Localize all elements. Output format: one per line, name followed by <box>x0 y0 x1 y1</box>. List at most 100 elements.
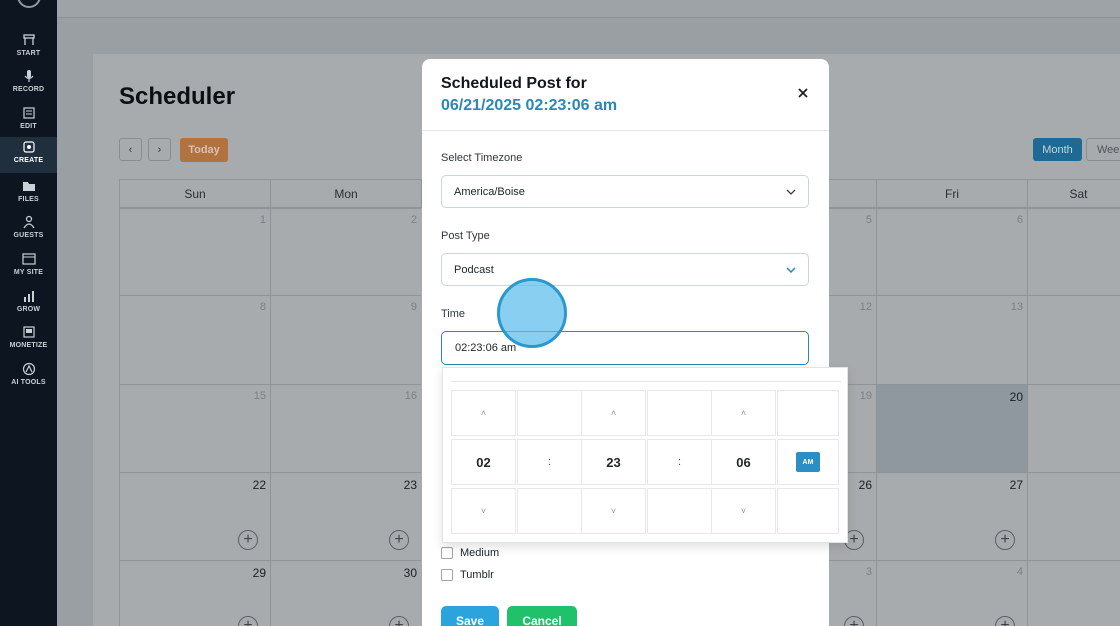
checkbox-medium[interactable]: Medium <box>441 547 499 559</box>
today-button[interactable]: Today <box>180 138 228 162</box>
calendar-day-cell[interactable]: 1 <box>119 208 270 295</box>
calendar-day-cell[interactable] <box>1027 295 1120 384</box>
sidebar-item-monetize[interactable]: MONETIZE <box>0 322 57 356</box>
close-icon[interactable] <box>796 86 810 100</box>
second-down-button[interactable]: ˅ <box>711 488 776 534</box>
chevron-down-icon <box>786 189 796 195</box>
calendar-day-cell[interactable] <box>1027 560 1120 626</box>
sidebar-item-guests[interactable]: GUESTS <box>0 212 57 246</box>
day-number: 5 <box>865 214 872 226</box>
calendar-day-cell[interactable] <box>1027 384 1120 472</box>
guests-icon <box>22 215 35 229</box>
add-post-icon[interactable]: + <box>238 616 258 626</box>
add-post-icon[interactable]: + <box>238 530 258 550</box>
weekday-header: Mon <box>270 179 421 208</box>
chevron-down-icon <box>786 267 796 274</box>
weekday-header: Sat <box>1027 179 1120 208</box>
add-post-icon[interactable]: + <box>995 530 1015 550</box>
next-month-button[interactable]: › <box>148 138 171 161</box>
sidebar-item-label: GUESTS <box>13 232 44 239</box>
sidebar-item-label: EDIT <box>20 123 37 130</box>
time-separator: : <box>517 439 582 485</box>
calendar-day-cell[interactable] <box>1027 208 1120 295</box>
day-number: 22 <box>252 478 266 492</box>
minute-up-button[interactable]: ˄ <box>581 390 646 436</box>
calendar-day-cell[interactable]: 4 + <box>876 560 1027 626</box>
calendar-day-cell[interactable]: 30 + <box>270 560 421 626</box>
chevron-down-icon: ˅ <box>740 506 747 516</box>
calendar-day-cell[interactable]: 2 <box>270 208 421 295</box>
sidebar-item-ai-tools[interactable]: AI TOOLS <box>0 359 57 393</box>
day-number: 12 <box>859 301 872 313</box>
add-post-icon[interactable]: + <box>389 530 409 550</box>
day-number: 1 <box>259 214 266 226</box>
sidebar-item-my-site[interactable]: MY SITE <box>0 249 57 283</box>
calendar-day-cell[interactable]: 16 <box>270 384 421 472</box>
post-type-select[interactable]: Podcast <box>441 253 809 286</box>
month-view-button[interactable]: Month <box>1033 138 1082 161</box>
sidebar-item-edit[interactable]: EDIT <box>0 103 57 137</box>
cancel-button[interactable]: Cancel <box>507 606 577 626</box>
calendar-day-cell[interactable]: 22 + <box>119 472 270 560</box>
chevron-left-icon: ‹ <box>128 143 133 156</box>
post-type-value: Podcast <box>454 263 494 276</box>
post-type-label: Post Type <box>441 230 490 242</box>
add-post-icon[interactable]: + <box>844 616 864 626</box>
folder-icon <box>22 182 35 191</box>
calendar-day-cell[interactable]: 8 <box>119 295 270 384</box>
hour-value[interactable]: 02 <box>451 439 516 485</box>
minute-down-button[interactable]: ˅ <box>581 488 646 534</box>
sidebar-item-label: FILES <box>18 196 39 203</box>
sidebar-item-label: MONETIZE <box>9 342 48 349</box>
sidebar-item-start[interactable]: START <box>0 30 57 64</box>
chevron-down-icon: ˅ <box>480 506 487 516</box>
sidebar-item-grow[interactable]: GROW <box>0 286 57 320</box>
weekday-header: Fri <box>876 179 1027 208</box>
calendar-day-cell[interactable]: 27 + <box>876 472 1027 560</box>
day-number: 26 <box>858 478 872 492</box>
save-button[interactable]: Save <box>441 606 499 626</box>
week-view-button[interactable]: Wee <box>1086 138 1120 161</box>
add-post-icon[interactable]: + <box>389 616 409 626</box>
calendar-day-cell[interactable]: 15 <box>119 384 270 472</box>
hour-down-button[interactable]: ˅ <box>451 488 516 534</box>
sidebar-item-files[interactable]: FILES <box>0 176 57 210</box>
day-number: 27 <box>1009 478 1023 492</box>
timezone-select[interactable]: America/Boise <box>441 175 809 208</box>
hour-up-button[interactable]: ˄ <box>451 390 516 436</box>
prev-month-button[interactable]: ‹ <box>119 138 142 161</box>
create-icon <box>22 141 35 153</box>
calendar-day-cell[interactable]: 23 + <box>270 472 421 560</box>
sidebar-item-create[interactable]: CREATE <box>0 137 57 173</box>
am-pm-toggle[interactable]: AM <box>796 452 820 472</box>
calendar-day-cell[interactable]: 20 <box>876 384 1027 472</box>
picker-empty-cell <box>777 488 839 534</box>
ai-icon <box>22 362 35 376</box>
sidebar-item-label: START <box>16 50 41 57</box>
checkbox[interactable] <box>441 569 453 581</box>
checkbox[interactable] <box>441 547 453 559</box>
calendar-day-cell[interactable]: 9 <box>270 295 421 384</box>
second-up-button[interactable]: ˄ <box>711 390 776 436</box>
timezone-value: America/Boise <box>454 185 525 198</box>
calendar-day-cell[interactable]: 13 <box>876 295 1027 384</box>
day-number: 19 <box>859 390 872 402</box>
checkbox-tumblr[interactable]: Tumblr <box>441 569 494 581</box>
second-value[interactable]: 06 <box>711 439 776 485</box>
picker-divider <box>451 381 841 382</box>
calendar-day-cell[interactable]: 6 <box>876 208 1027 295</box>
day-number: 13 <box>1010 301 1023 313</box>
add-post-icon[interactable]: + <box>995 616 1015 626</box>
sidebar-item-record[interactable]: RECORD <box>0 66 57 100</box>
logo-icon[interactable] <box>17 0 41 8</box>
sidebar-item-label: RECORD <box>12 86 45 93</box>
day-number: 2 <box>410 214 417 226</box>
calendar-day-cell[interactable]: 29 + <box>119 560 270 626</box>
time-input[interactable]: 02:23:06 am <box>441 331 809 365</box>
calendar-day-cell[interactable] <box>1027 472 1120 560</box>
day-number: 8 <box>259 301 266 313</box>
minute-value[interactable]: 23 <box>581 439 646 485</box>
day-number: 9 <box>410 301 417 313</box>
day-number: 15 <box>253 390 266 402</box>
sidebar: START RECORD EDIT CREATE FILES GUESTS MY… <box>0 0 57 626</box>
